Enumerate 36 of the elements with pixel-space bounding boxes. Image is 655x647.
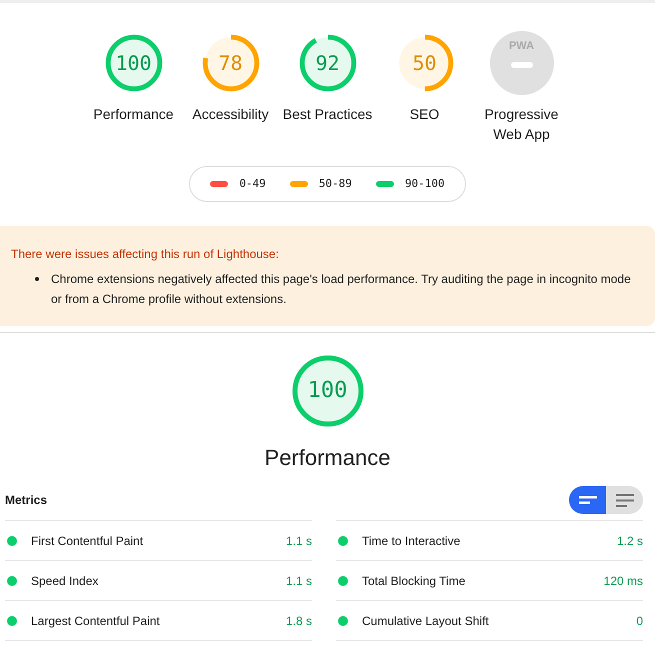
- score-value: 50: [412, 53, 437, 73]
- category-label: Progressive Web App: [484, 105, 560, 144]
- metric-name: First Contentful Paint: [31, 532, 144, 550]
- metric-name: Largest Contentful Paint: [31, 612, 161, 630]
- metric-value: 1.1 s: [286, 572, 312, 590]
- score-value: 100: [115, 53, 152, 73]
- metrics-heading: Metrics: [5, 492, 48, 509]
- legend-label: 50-89: [318, 176, 352, 192]
- metric-value: 1.8 s: [286, 612, 312, 630]
- metric-value: 1.1 s: [286, 532, 312, 550]
- score-value: 100: [308, 380, 348, 402]
- metric-name: Cumulative Layout Shift: [362, 612, 490, 630]
- metric-value: 1.2 s: [616, 532, 643, 550]
- metric-name: Total Blocking Time: [362, 572, 466, 590]
- category-label: SEO: [408, 105, 440, 124]
- legend-label: 0-49: [239, 176, 266, 192]
- view-toggle-button[interactable]: [606, 486, 643, 514]
- category-label: Accessibility: [191, 105, 270, 124]
- score-value: 78: [218, 53, 243, 73]
- metric-value: 0: [636, 612, 643, 630]
- legend-label: 90-100: [404, 176, 445, 192]
- warning-title: There were issues affecting this run of Lighthouse:: [11, 246, 280, 263]
- score-ring: [292, 355, 364, 427]
- dash-icon: [510, 62, 532, 68]
- compact-list-icon: [578, 496, 596, 504]
- view-toggle-button[interactable]: [569, 486, 606, 514]
- category-title: Performance: [264, 444, 390, 472]
- bullet-icon: [35, 277, 39, 281]
- category-label: Best Practices: [282, 105, 372, 124]
- category-label: Performance: [92, 105, 175, 124]
- metric-value: 120 ms: [604, 572, 643, 590]
- list-icon: [616, 494, 634, 506]
- metric-name: Speed Index: [31, 572, 100, 590]
- metric-name: Time to Interactive: [362, 532, 462, 550]
- score-value: 92: [315, 53, 340, 73]
- warning-message: Chrome extensions negatively affected this page's load performance. Try auditing the page in incognito mode or from a Chrome profile without extensions.: [51, 271, 632, 308]
